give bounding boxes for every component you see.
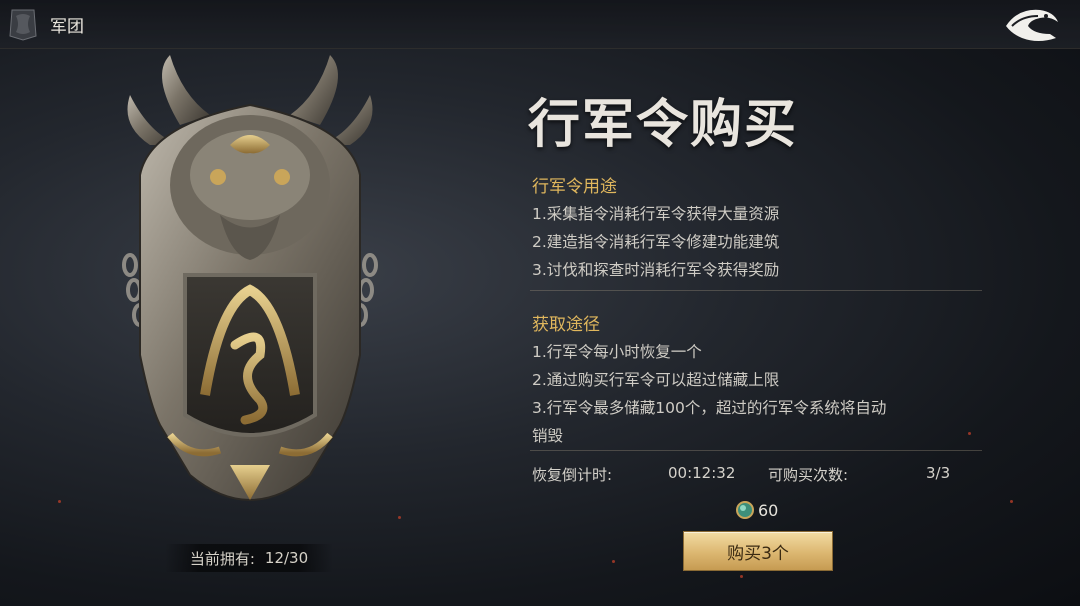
legion-emblem-icon (9, 9, 37, 41)
page-title: 军团 (50, 17, 84, 37)
acquire-item: 销毁 (532, 427, 564, 445)
panel-title: 行军令购买 (528, 94, 799, 155)
owned-label: 当前拥有: (189, 549, 255, 568)
divider (530, 290, 982, 291)
cost-value: 60 (758, 500, 779, 520)
purchases-value: 3/3 (926, 464, 951, 482)
usage-item: 3.讨伐和探查时消耗行军令获得奖励 (532, 261, 780, 279)
usage-heading: 行军令用途 (532, 177, 617, 197)
ember (1010, 500, 1013, 503)
owned-value: 12/30 (264, 549, 309, 567)
jade-gem-icon (736, 501, 754, 519)
cost: 60 (735, 500, 778, 520)
ember (58, 500, 61, 503)
acquire-item: 3.行军令最多储藏100个，超过的行军令系统将自动 (532, 399, 887, 417)
ember (740, 575, 743, 578)
acquire-item: 2.通过购买行军令可以超过储藏上限 (532, 371, 780, 389)
divider (530, 450, 982, 451)
purchases-label: 可购买次数: (768, 466, 849, 484)
ember (968, 432, 971, 435)
usage-item: 2.建造指令消耗行军令修建功能建筑 (532, 233, 780, 251)
top-bar: 军团 (0, 0, 1080, 49)
usage-item: 1.采集指令消耗行军令获得大量资源 (532, 205, 780, 223)
ember (612, 560, 615, 563)
buy-button-label: 购买3个 (727, 543, 789, 564)
march-order-token-image (122, 55, 378, 501)
countdown-label: 恢复倒计时: (532, 466, 613, 484)
owned-count: 当前拥有: 12/30 (165, 544, 333, 572)
dragon-back-icon[interactable] (1000, 4, 1062, 44)
ember (398, 516, 401, 519)
countdown-value: 00:12:32 (668, 464, 736, 482)
acquire-item: 1.行军令每小时恢复一个 (532, 343, 702, 361)
buy-button[interactable]: 购买3个 (683, 531, 833, 571)
acquire-heading: 获取途径 (532, 315, 600, 335)
